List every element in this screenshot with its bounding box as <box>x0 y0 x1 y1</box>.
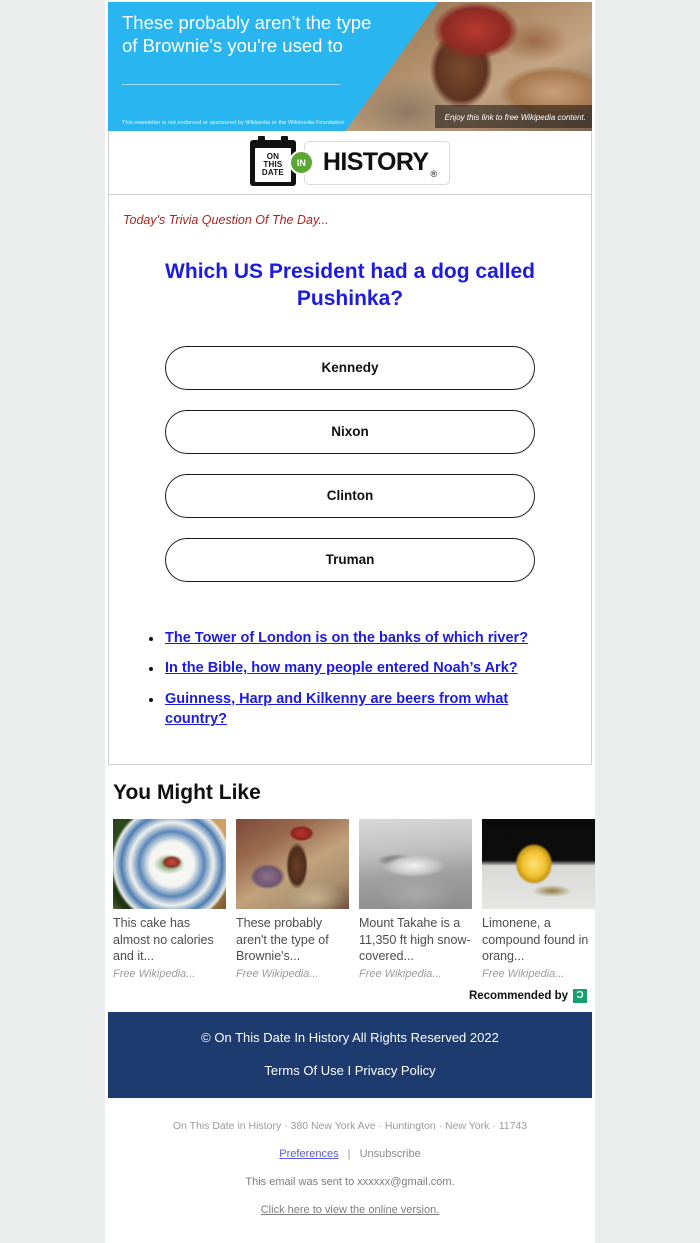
in-badge-icon: IN <box>288 150 314 175</box>
ad-headline: These probably aren't the type of Browni… <box>122 12 372 56</box>
brand-logo[interactable]: ON THIS DATE IN HISTORY ® <box>249 135 451 187</box>
answer-options: Kennedy Nixon Clinton Truman <box>165 345 535 582</box>
recommendation-title-4: Limonene, a compound found in orang... <box>482 916 589 964</box>
history-wordmark-box: HISTORY ® <box>303 140 451 185</box>
more-trivia-links: The Tower of London is on the banks of w… <box>109 628 591 730</box>
recommendation-thumbnail-1 <box>113 819 226 910</box>
footer-link-separator: I <box>347 1062 352 1078</box>
ad-caption-bar: Enjoy this link to free Wikipedia conten… <box>434 105 592 128</box>
answer-option-truman[interactable]: Truman <box>165 537 535 582</box>
recommendation-source-3: Free Wikipedia... <box>359 967 442 980</box>
ad-caption: Enjoy this link to free Wikipedia conten… <box>444 113 586 122</box>
recommendation-thumbnail-2 <box>236 819 349 910</box>
recommendation-source-1: Free Wikipedia... <box>113 967 196 980</box>
recommended-by[interactable]: Recommended by Ɔ <box>105 988 587 1003</box>
terms-of-use-link[interactable]: Terms Of Use <box>264 1063 343 1078</box>
brand-header: ON THIS DATE IN HISTORY ® <box>108 131 592 195</box>
email-content-column: These probably aren't the type of Browni… <box>105 0 595 1243</box>
email-footer: © On This Date In History All Rights Res… <box>108 1011 592 1098</box>
answer-option-kennedy[interactable]: Kennedy <box>165 345 535 390</box>
recommendation-card-1[interactable]: This cake has almost no calories and it.… <box>113 819 226 980</box>
privacy-policy-link[interactable]: Privacy Policy <box>355 1063 436 1078</box>
footer-links: Terms Of Use I Privacy Policy <box>108 1063 592 1078</box>
recommendations-title: You Might Like <box>113 781 261 805</box>
footer-copyright: © On This Date In History All Rights Res… <box>201 1029 499 1045</box>
preferences-link[interactable]: Preferences <box>279 1148 338 1160</box>
trivia-card: Today's Trivia Question Of The Day... Wh… <box>108 195 592 766</box>
ad-disclaimer: This newsletter is not endorsed or spons… <box>122 120 345 126</box>
trivia-question: Which US President had a dog called Push… <box>165 260 535 310</box>
sponsored-ad-banner[interactable]: These probably aren't the type of Browni… <box>108 2 592 131</box>
more-trivia-link-3[interactable]: Guinness, Harp and Kilkenny are beers fr… <box>165 691 508 728</box>
recommendation-thumbnail-4 <box>482 819 595 910</box>
trivia-kicker: Today's Trivia Question Of The Day... <box>123 213 329 227</box>
legal-separator: | <box>347 1147 351 1160</box>
recommendation-thumbnail-3 <box>359 819 472 910</box>
recommendation-source-4: Free Wikipedia... <box>482 967 565 980</box>
ad-divider-rule <box>122 84 340 85</box>
more-trivia-link-1[interactable]: The Tower of London is on the banks of w… <box>165 630 528 646</box>
email-page: These probably aren't the type of Browni… <box>0 0 700 1243</box>
recommendation-source-2: Free Wikipedia... <box>236 967 319 980</box>
history-wordmark: HISTORY <box>322 148 429 176</box>
sent-to-text: This email was sent to xxxxxx@gmail.com. <box>245 1175 455 1188</box>
outbrain-logo-icon: Ɔ <box>573 988 587 1003</box>
recommended-by-label: Recommended by <box>468 989 568 1002</box>
calendar-line-3: DATE <box>261 168 284 178</box>
answer-option-nixon[interactable]: Nixon <box>165 409 535 454</box>
recommendation-card-2[interactable]: These probably aren't the type of Browni… <box>236 819 349 980</box>
online-version-row: Click here to view the online version. <box>105 1204 595 1216</box>
online-version-link[interactable]: Click here to view the online version. <box>261 1204 440 1216</box>
registered-mark-icon: ® <box>430 168 438 179</box>
recommendation-title-3: Mount Takahe is a 11,350 ft high snow-co… <box>359 916 471 964</box>
recommendation-title-1: This cake has almost no calories and it.… <box>113 916 214 964</box>
list-item: The Tower of London is on the banks of w… <box>149 628 561 649</box>
recommendation-card-3[interactable]: Mount Takahe is a 11,350 ft high snow-co… <box>359 819 472 980</box>
legal-block: On This Date in History · 380 New York A… <box>105 1097 595 1216</box>
unsubscribe-link[interactable]: Unsubscribe <box>360 1148 421 1160</box>
answer-option-clinton[interactable]: Clinton <box>165 473 535 518</box>
recommendations-section: You Might Like This cake has almost no c… <box>105 765 595 1003</box>
recommendation-card-4[interactable]: Limonene, a compound found in orang... F… <box>482 819 595 980</box>
preferences-row: Preferences | Unsubscribe <box>105 1148 595 1160</box>
list-item: Guinness, Harp and Kilkenny are beers fr… <box>149 689 561 730</box>
recommendation-cards: This cake has almost no calories and it.… <box>113 819 595 980</box>
recommendation-title-2: These probably aren't the type of Browni… <box>236 916 329 964</box>
list-item: In the Bible, how many people entered No… <box>149 658 561 679</box>
more-trivia-link-2[interactable]: In the Bible, how many people entered No… <box>165 660 518 676</box>
mailing-address: On This Date in History · 380 New York A… <box>172 1119 528 1132</box>
